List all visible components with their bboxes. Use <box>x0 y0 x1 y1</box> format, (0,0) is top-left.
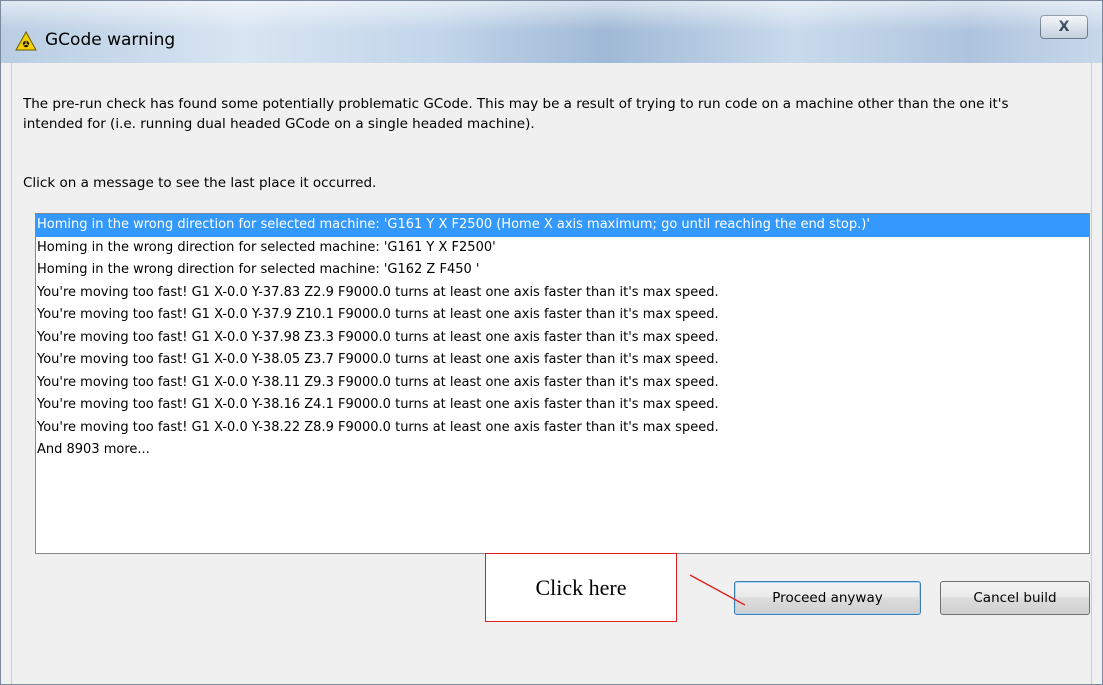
warning-list-item[interactable]: And 8903 more... <box>36 439 1089 462</box>
instruction-message: Click on a message to see the last place… <box>23 175 377 191</box>
warning-list-item[interactable]: You're moving too fast! G1 X-0.0 Y-37.83… <box>36 282 1089 305</box>
warning-list-item[interactable]: You're moving too fast! G1 X-0.0 Y-38.22… <box>36 417 1089 440</box>
warning-list-item[interactable]: You're moving too fast! G1 X-0.0 Y-38.11… <box>36 372 1089 395</box>
intro-message: The pre-run check has found some potenti… <box>23 96 1009 132</box>
proceed-anyway-button[interactable]: Proceed anyway <box>734 581 921 615</box>
warning-list-item[interactable]: You're moving too fast! G1 X-0.0 Y-38.05… <box>36 349 1089 372</box>
warning-triangle-icon <box>15 31 37 51</box>
warnings-listbox[interactable]: Homing in the wrong direction for select… <box>35 213 1090 554</box>
warning-list-item[interactable]: Homing in the wrong direction for select… <box>36 214 1089 237</box>
click-here-annotation: Click here <box>485 553 677 622</box>
warning-list-item[interactable]: You're moving too fast! G1 X-0.0 Y-37.98… <box>36 327 1089 350</box>
cancel-build-button[interactable]: Cancel build <box>940 581 1090 615</box>
warning-list-item[interactable]: You're moving too fast! G1 X-0.0 Y-38.16… <box>36 394 1089 417</box>
warning-list-item[interactable]: Homing in the wrong direction for select… <box>36 237 1089 260</box>
warning-list-item[interactable]: Homing in the wrong direction for select… <box>36 259 1089 282</box>
close-button[interactable]: X <box>1040 15 1088 39</box>
warning-list-item[interactable]: You're moving too fast! G1 X-0.0 Y-37.9 … <box>36 304 1089 327</box>
window-title: GCode warning <box>45 30 176 50</box>
title-bar[interactable]: GCode warning X <box>1 1 1102 63</box>
